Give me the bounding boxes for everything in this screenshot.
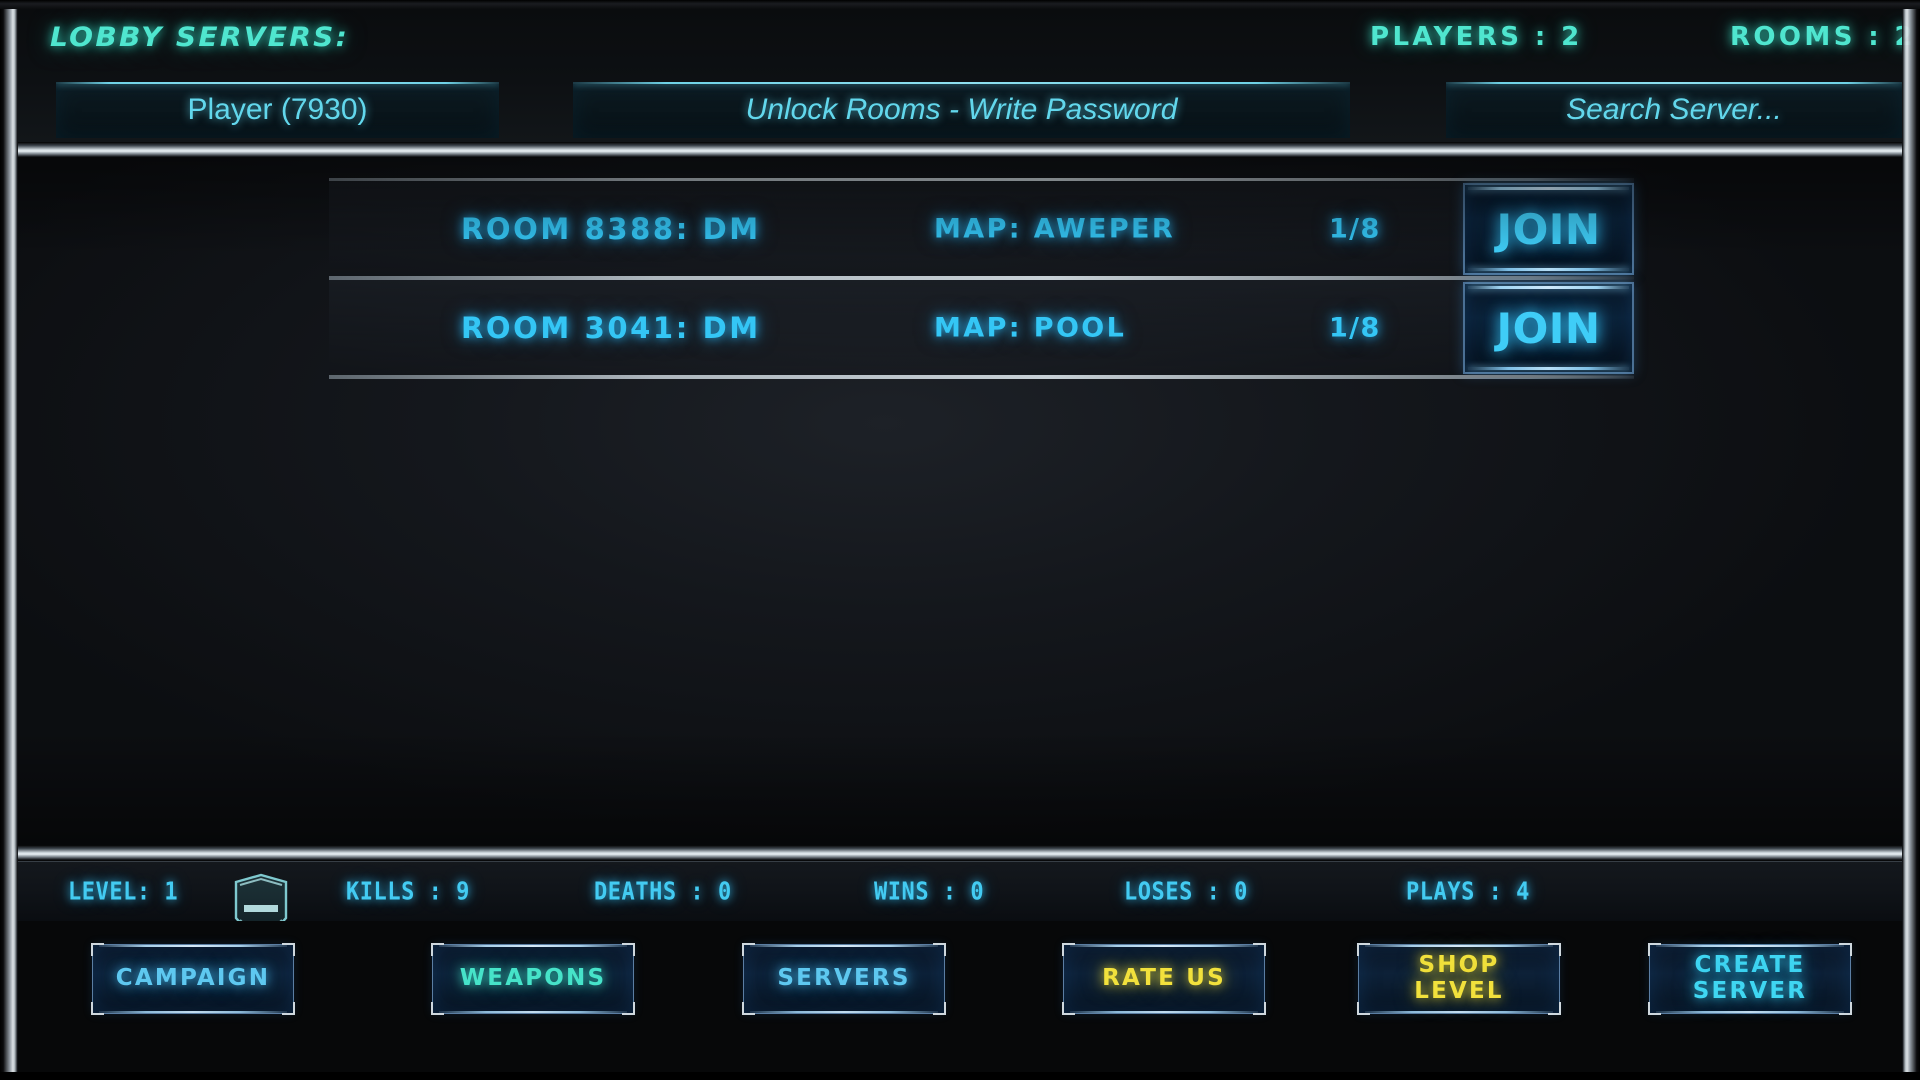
- panel-bottom-divider: [14, 845, 1906, 861]
- servers-button[interactable]: SERVERS: [742, 943, 946, 1015]
- players-count: PLAYERS : 2: [1370, 22, 1583, 52]
- corner-bracket: [742, 943, 755, 956]
- shop-level-button-label: SHOP LEVEL: [1414, 952, 1504, 1004]
- table-row[interactable]: ROOM 8388: DM MAP: AWEPER 1/8 JOIN: [329, 178, 1634, 279]
- table-row[interactable]: ROOM 3041: DM MAP: POOL 1/8 JOIN: [329, 277, 1634, 379]
- corner-bracket: [1648, 943, 1661, 956]
- rate-us-button-label: RATE US: [1102, 965, 1226, 992]
- row-divider: [329, 375, 1634, 378]
- join-button-label: JOIN: [1496, 303, 1601, 353]
- weapons-button[interactable]: WEAPONS: [431, 943, 635, 1015]
- room-name: ROOM 8388: DM: [461, 212, 761, 246]
- rooms-count: ROOMS : 2: [1730, 22, 1917, 52]
- corner-bracket: [1839, 1002, 1852, 1015]
- player-stats-bar: LEVEL: 1 KILLS : 9 DEATHS : 0 WINS : 0 L…: [16, 861, 1904, 921]
- corner-bracket: [1839, 943, 1852, 956]
- player-name-field[interactable]: Player (7930): [56, 82, 499, 138]
- corner-bracket: [933, 1002, 946, 1015]
- shop-level-button[interactable]: SHOP LEVEL: [1357, 943, 1561, 1015]
- corner-bracket: [1357, 943, 1370, 956]
- corner-bracket: [1357, 1002, 1370, 1015]
- campaign-button[interactable]: CAMPAIGN: [91, 943, 295, 1015]
- stat-kills: KILLS : 9: [346, 876, 470, 906]
- stat-deaths: DEATHS : 0: [594, 876, 732, 906]
- search-placeholder: Search Server...: [1566, 93, 1782, 126]
- header-divider: [14, 142, 1906, 158]
- room-map: MAP: POOL: [934, 312, 1127, 344]
- password-input[interactable]: Unlock Rooms - Write Password: [573, 82, 1350, 138]
- room-map: MAP: AWEPER: [934, 213, 1176, 245]
- corner-bracket: [1648, 1002, 1661, 1015]
- corner-bracket: [282, 943, 295, 956]
- password-placeholder: Unlock Rooms - Write Password: [745, 93, 1178, 126]
- servers-button-label: SERVERS: [777, 965, 911, 992]
- corner-bracket: [933, 943, 946, 956]
- join-button[interactable]: JOIN: [1463, 183, 1634, 275]
- corner-bracket: [1062, 943, 1075, 956]
- search-input[interactable]: Search Server...: [1446, 82, 1902, 138]
- corner-bracket: [91, 943, 104, 956]
- server-list-panel: ROOM 8388: DM MAP: AWEPER 1/8 JOIN ROOM …: [16, 158, 1904, 856]
- corner-bracket: [1548, 1002, 1561, 1015]
- corner-bracket: [1253, 943, 1266, 956]
- corner-bracket: [1548, 943, 1561, 956]
- room-list: ROOM 8388: DM MAP: AWEPER 1/8 JOIN ROOM …: [329, 178, 1634, 379]
- stat-wins: WINS : 0: [874, 876, 985, 906]
- frame-right-bevel: [1902, 0, 1920, 1080]
- join-button[interactable]: JOIN: [1463, 282, 1634, 374]
- join-button-label: JOIN: [1496, 204, 1601, 254]
- create-server-button-label: CREATE SERVER: [1692, 952, 1808, 1004]
- game-lobby-screen: LOBBY SERVERS: PLAYERS : 2 ROOMS : 2 Pla…: [0, 0, 1920, 1080]
- corner-bracket: [622, 943, 635, 956]
- header-bar: LOBBY SERVERS: PLAYERS : 2 ROOMS : 2 Pla…: [14, 6, 1913, 142]
- stat-level: LEVEL: 1: [68, 876, 179, 906]
- corner-bracket: [622, 1002, 635, 1015]
- campaign-button-label: CAMPAIGN: [115, 965, 271, 992]
- corner-bracket: [742, 1002, 755, 1015]
- create-server-button[interactable]: CREATE SERVER: [1648, 943, 1852, 1015]
- weapons-button-label: WEAPONS: [459, 965, 607, 992]
- corner-bracket: [431, 1002, 444, 1015]
- frame-bottom-bevel: [0, 1072, 1920, 1080]
- player-name-value: Player (7930): [187, 93, 368, 126]
- room-player-count: 1/8: [1329, 213, 1381, 245]
- page-title: LOBBY SERVERS:: [50, 22, 350, 53]
- corner-bracket: [431, 943, 444, 956]
- corner-bracket: [91, 1002, 104, 1015]
- bottom-nav-bar: CAMPAIGN WEAPONS SERVERS RATE US SHOP LE…: [16, 921, 1904, 1072]
- room-name: ROOM 3041: DM: [461, 311, 761, 345]
- corner-bracket: [1062, 1002, 1075, 1015]
- rate-us-button[interactable]: RATE US: [1062, 943, 1266, 1015]
- corner-bracket: [1253, 1002, 1266, 1015]
- stat-loses: LOSES : 0: [1124, 876, 1248, 906]
- room-player-count: 1/8: [1329, 312, 1381, 344]
- stat-plays: PLAYS : 4: [1406, 876, 1530, 906]
- corner-bracket: [282, 1002, 295, 1015]
